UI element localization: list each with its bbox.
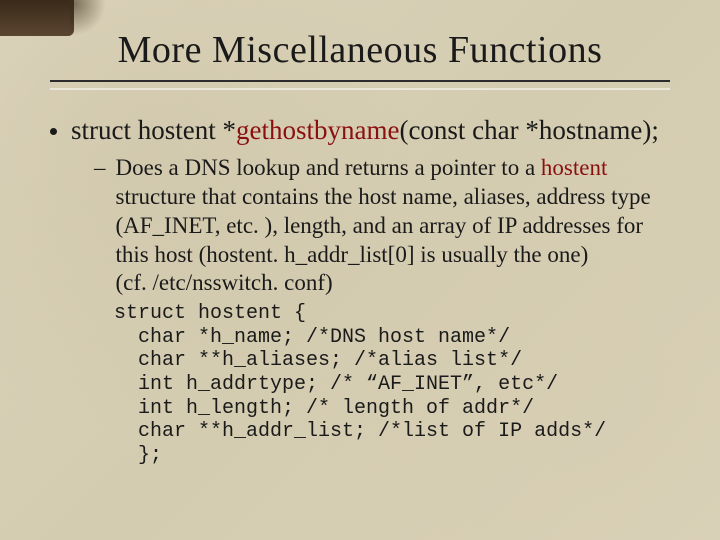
dash-icon: –	[94, 154, 106, 183]
sub-bullet-text: Does a DNS lookup and returns a pointer …	[116, 154, 671, 298]
bullet-text: struct hostent *gethostbyname(const char…	[71, 114, 659, 146]
title-rule-shadow	[50, 88, 670, 90]
hostent-keyword: hostent	[541, 155, 607, 180]
bullet-suffix: (const char *hostname);	[399, 115, 658, 145]
bullet-item: struct hostent *gethostbyname(const char…	[50, 114, 670, 146]
code-block: struct hostent { char *h_name; /*DNS hos…	[114, 302, 670, 467]
slide-title: More Miscellaneous Functions	[50, 28, 670, 72]
sub-bullet-item: – Does a DNS lookup and returns a pointe…	[94, 154, 670, 298]
sub-part1: Does a DNS lookup and returns a pointer …	[116, 155, 541, 180]
bullet-prefix: struct hostent *	[71, 115, 236, 145]
function-name: gethostbyname	[236, 115, 399, 145]
bullet-dot-icon	[50, 128, 57, 135]
corner-decoration	[0, 0, 74, 36]
slide-content: More Miscellaneous Functions struct host…	[0, 0, 720, 487]
sub-part2: structure that contains the host name, a…	[116, 184, 651, 295]
title-rule	[50, 80, 670, 82]
